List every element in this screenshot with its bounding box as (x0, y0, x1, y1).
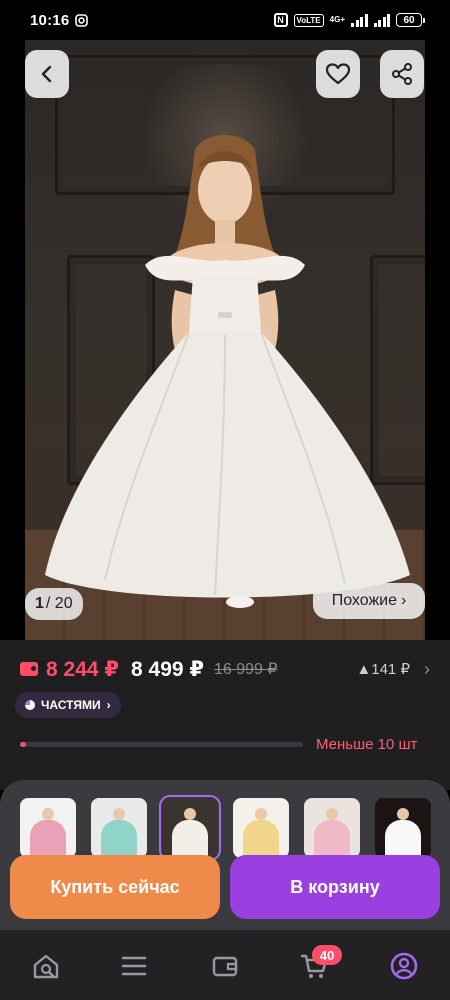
bottom-navigation (0, 930, 450, 1000)
thumbnail-figure-head (255, 808, 267, 820)
signal-icon-2 (373, 13, 390, 27)
heart-icon (325, 63, 351, 85)
thumbnail-dress (243, 820, 279, 858)
variant-thumbnail[interactable] (20, 798, 76, 858)
similar-button[interactable]: Похожие › (313, 583, 425, 619)
status-time: 10:16 (30, 11, 70, 29)
chevron-right-icon: › (106, 698, 111, 712)
variant-thumbnails (20, 795, 431, 861)
cart-count-badge: 40 (312, 945, 342, 965)
wallet-icon (212, 956, 238, 977)
image-counter-total: / 20 (45, 595, 73, 612)
old-price: 16 999 ₽ (214, 661, 278, 678)
signal-icon (351, 13, 368, 27)
nav-catalog[interactable] (30, 950, 62, 982)
add-to-cart-button[interactable]: В корзину (230, 855, 440, 919)
price: 8 499 ₽ (131, 657, 204, 681)
variant-thumbnail[interactable] (91, 798, 147, 858)
wallet-price: 8 244 ₽ (46, 657, 119, 681)
nfc-icon: N (273, 13, 288, 27)
wallet-icon (20, 662, 38, 676)
installments-badge[interactable]: ЧАСТЯМИ › (15, 692, 121, 718)
image-counter-current: 1 (35, 595, 44, 612)
image-counter: 1 / 20 (25, 588, 83, 620)
chevron-right-icon: › (400, 592, 407, 609)
variant-thumbnail[interactable] (159, 795, 221, 861)
share-icon (392, 63, 412, 85)
volte-icon: VoLTE (293, 13, 324, 27)
price-row[interactable]: 8 244 ₽ 8 499 ₽ 16 999 ₽ ▲141 ₽ › (20, 655, 430, 683)
thumbnail-figure-head (326, 808, 338, 820)
thumbnail-dress (30, 820, 66, 858)
chevron-left-icon (41, 65, 52, 83)
girl-in-dress-photo (45, 135, 410, 608)
search-home-icon (33, 954, 59, 979)
nav-wallet[interactable] (209, 950, 241, 982)
instagram-icon (75, 13, 89, 27)
thumbnail-figure-head (42, 808, 54, 820)
installments-label: ЧАСТЯМИ (41, 698, 101, 712)
purchase-sheet: Купить сейчас В корзину (0, 780, 450, 940)
battery-icon: 60 (396, 13, 425, 27)
similar-button-label: Похожие (331, 592, 397, 609)
buy-now-button[interactable]: Купить сейчас (10, 855, 220, 919)
variant-thumbnail[interactable] (375, 798, 431, 858)
price-change: ▲141 ₽ (356, 661, 410, 678)
parts-icon (25, 700, 35, 710)
thumbnail-dress (172, 820, 208, 858)
variant-thumbnail[interactable] (304, 798, 360, 858)
favorite-button[interactable] (316, 50, 360, 98)
thumbnail-figure-head (113, 808, 125, 820)
back-button[interactable] (25, 50, 69, 98)
thumbnail-figure-head (397, 808, 409, 820)
thumbnail-dress (101, 820, 137, 858)
stock-label: Меньше 10 шт (316, 736, 418, 753)
share-button[interactable] (380, 50, 424, 98)
stock-progress (20, 742, 303, 747)
network-type: 4G+ (329, 15, 345, 24)
thumbnail-dress (314, 820, 350, 858)
stock-progress-fill (20, 742, 26, 747)
nav-profile[interactable] (388, 950, 420, 982)
price-details-chevron-icon[interactable]: › (424, 659, 430, 680)
status-bar: 10:16 N VoLTE 4G+ 60 (0, 0, 450, 40)
nav-menu[interactable] (118, 950, 150, 982)
menu-icon (121, 956, 147, 976)
product-info: 8 244 ₽ 8 499 ₽ 16 999 ₽ ▲141 ₽ › ЧАСТЯМ… (0, 640, 450, 790)
profile-icon (390, 952, 418, 980)
product-image[interactable] (25, 40, 425, 640)
thumbnail-dress (385, 820, 421, 858)
variant-thumbnail[interactable] (233, 798, 289, 858)
thumbnail-figure-head (184, 808, 196, 820)
